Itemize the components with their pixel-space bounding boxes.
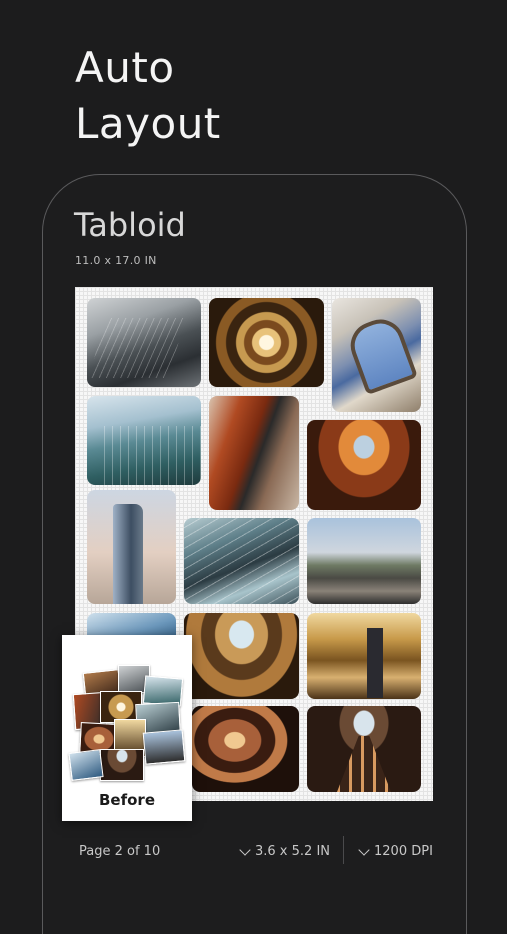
resolution-dropdown[interactable]: 1200 DPI xyxy=(358,843,433,859)
photo-tile[interactable] xyxy=(184,613,299,699)
headline-line-2: Layout xyxy=(75,99,221,148)
photo-tile[interactable] xyxy=(87,298,201,387)
photo-size-dropdown[interactable]: 3.6 x 5.2 IN xyxy=(239,843,330,859)
resolution-value: 1200 DPI xyxy=(374,844,433,859)
photo-tile[interactable] xyxy=(209,396,299,510)
before-collage xyxy=(68,663,186,783)
page-indicator: Page 2 of 10 xyxy=(79,844,161,859)
photo-tile[interactable] xyxy=(184,518,299,604)
collage-photo xyxy=(68,749,104,781)
chevron-down-icon xyxy=(239,843,251,856)
collage-photo xyxy=(100,749,144,781)
headline: Auto Layout xyxy=(75,40,221,152)
bottom-toolbar: Page 2 of 10 3.6 x 5.2 IN 1200 DPI xyxy=(75,836,433,868)
photo-tile[interactable] xyxy=(192,706,299,792)
photo-tile[interactable] xyxy=(209,298,324,387)
photo-tile[interactable] xyxy=(87,490,176,604)
collage-photo xyxy=(142,729,186,765)
photo-tile[interactable] xyxy=(307,420,421,510)
before-preview-card[interactable]: Before xyxy=(62,635,192,821)
chevron-down-icon xyxy=(358,843,370,856)
photo-tile[interactable] xyxy=(307,613,421,699)
headline-line-1: Auto xyxy=(75,43,175,92)
photo-tile[interactable] xyxy=(307,706,421,792)
toolbar-divider xyxy=(343,836,344,864)
photo-size-value: 3.6 x 5.2 IN xyxy=(255,844,330,859)
paper-size-dimensions: 11.0 x 17.0 IN xyxy=(75,254,157,267)
photo-tile[interactable] xyxy=(87,396,201,485)
paper-size-title: Tabloid xyxy=(74,206,186,244)
before-label: Before xyxy=(98,791,155,809)
photo-tile[interactable] xyxy=(332,298,421,412)
photo-tile[interactable] xyxy=(307,518,421,604)
